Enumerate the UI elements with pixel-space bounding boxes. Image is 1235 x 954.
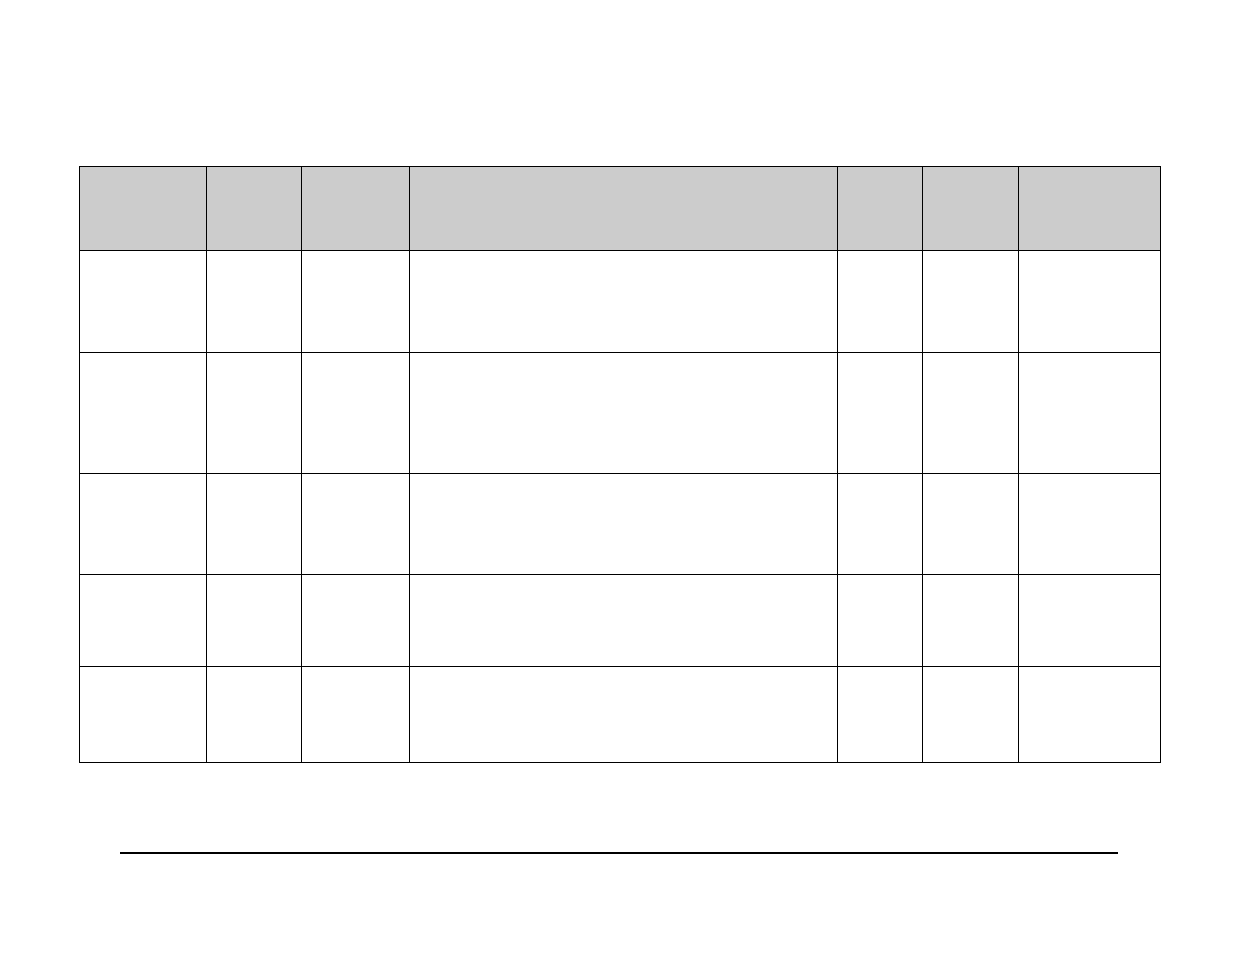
table-cell (410, 667, 838, 763)
table-cell (207, 353, 302, 474)
table-cell (1019, 575, 1161, 667)
table-cell (80, 575, 207, 667)
table-row (80, 575, 1161, 667)
table-cell (1019, 353, 1161, 474)
table-cell (302, 474, 410, 575)
table-cell (410, 575, 838, 667)
table-cell (207, 251, 302, 353)
table-cell (207, 667, 302, 763)
table-row (80, 474, 1161, 575)
table-cell (80, 667, 207, 763)
table-cell (207, 474, 302, 575)
table-header-cell (302, 167, 410, 251)
table-header-cell (410, 167, 838, 251)
table-row (80, 353, 1161, 474)
table-cell (410, 474, 838, 575)
table-cell (80, 251, 207, 353)
table-header-cell (80, 167, 207, 251)
table-header-cell (923, 167, 1019, 251)
table-cell (80, 474, 207, 575)
table-cell (1019, 251, 1161, 353)
table-cell (923, 667, 1019, 763)
table-cell (1019, 474, 1161, 575)
table-cell (923, 474, 1019, 575)
table-cell (302, 353, 410, 474)
table-cell (302, 667, 410, 763)
table-header-cell (1019, 167, 1161, 251)
table-header-cell (838, 167, 923, 251)
table-cell (838, 575, 923, 667)
table-row (80, 667, 1161, 763)
data-table (79, 166, 1161, 763)
table-cell (923, 575, 1019, 667)
table-cell (923, 251, 1019, 353)
table-cell (1019, 667, 1161, 763)
table-cell (923, 353, 1019, 474)
table-row (80, 251, 1161, 353)
page (0, 0, 1235, 954)
footer-divider (120, 852, 1118, 854)
table-cell (80, 353, 207, 474)
table-cell (838, 251, 923, 353)
table-cell (838, 353, 923, 474)
table-cell (302, 575, 410, 667)
table-cell (410, 353, 838, 474)
table-header-row (80, 167, 1161, 251)
table-cell (838, 474, 923, 575)
table-cell (838, 667, 923, 763)
table-header-cell (207, 167, 302, 251)
table-cell (302, 251, 410, 353)
table-cell (207, 575, 302, 667)
table-cell (410, 251, 838, 353)
